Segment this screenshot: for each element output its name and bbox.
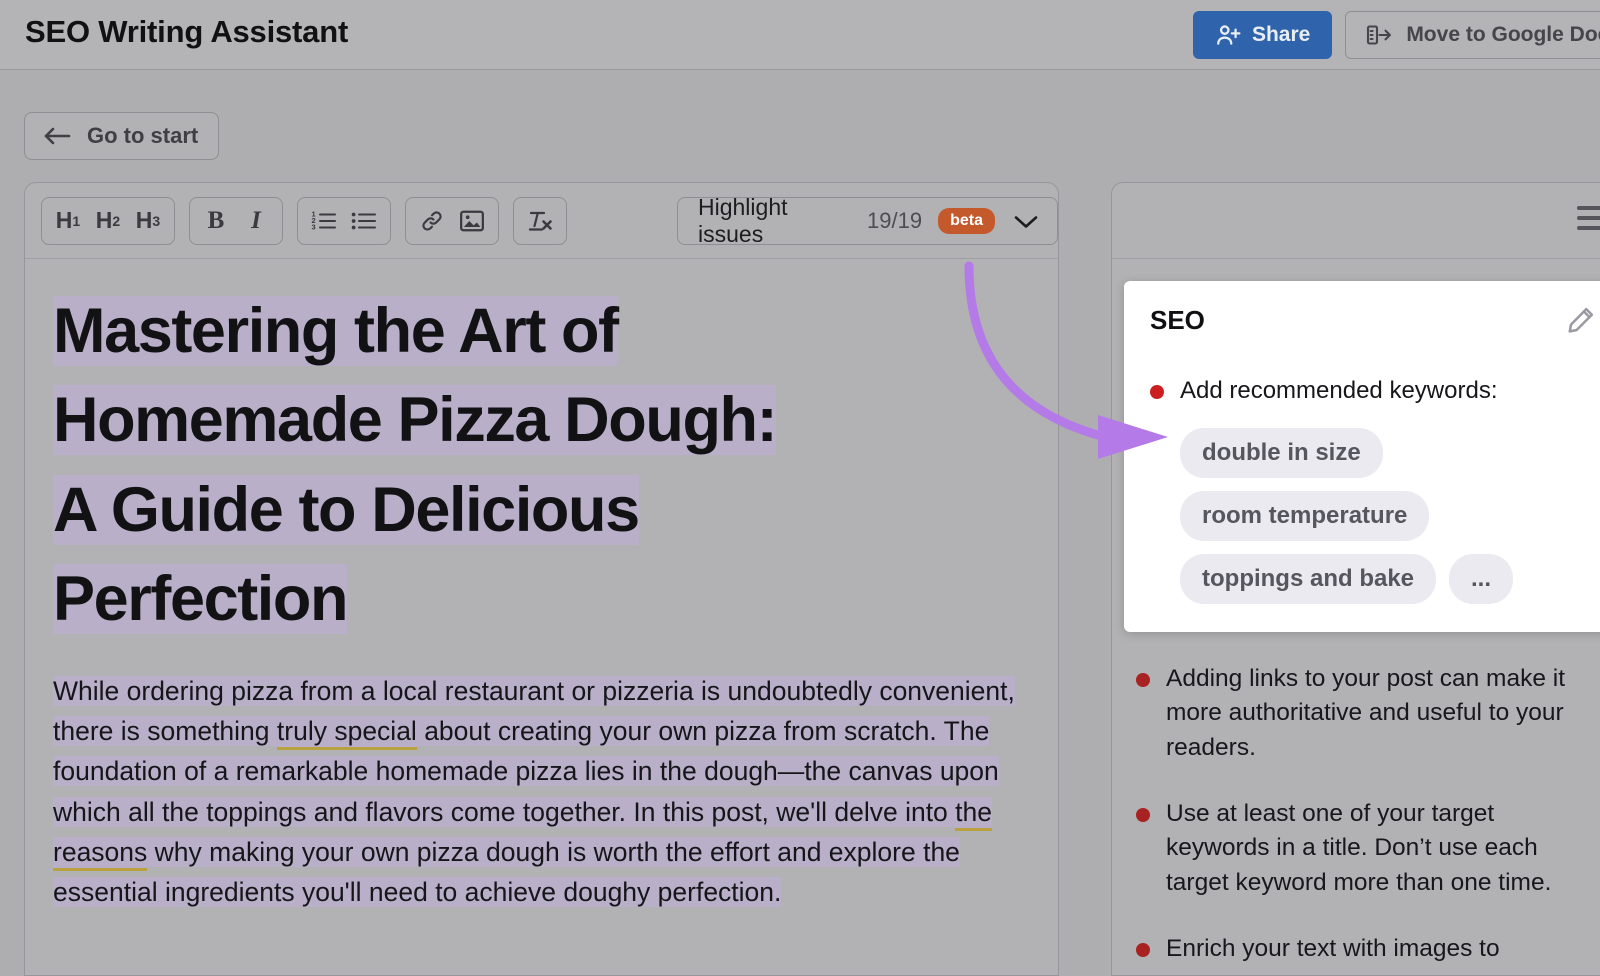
seo-card: SEO Add recommended keywords: double in … bbox=[1124, 281, 1600, 632]
clear-formatting-icon bbox=[526, 208, 554, 234]
hamburger-line bbox=[1577, 206, 1600, 210]
move-to-google-docs-button[interactable]: Move to Google Docs bbox=[1345, 11, 1600, 59]
image-button[interactable] bbox=[452, 201, 492, 241]
seo-card-tip-text: Add recommended keywords: bbox=[1180, 374, 1497, 407]
recommendation-item: Enrich your text with images to bbox=[1136, 932, 1600, 966]
share-button[interactable]: Share bbox=[1193, 11, 1332, 59]
keyword-chip-more[interactable]: ... bbox=[1449, 554, 1513, 604]
recommendation-text: Enrich your text with images to bbox=[1166, 932, 1500, 966]
clear-formatting-group bbox=[513, 197, 567, 245]
document-title: Mastering the Art of Homemade Pizza Doug… bbox=[53, 287, 1030, 645]
keyword-chip[interactable]: toppings and bake bbox=[1180, 554, 1436, 604]
heading-2-sub: 2 bbox=[112, 213, 120, 229]
heading-2-button[interactable]: H2 bbox=[88, 201, 128, 241]
italic-button[interactable]: I bbox=[236, 201, 276, 241]
recommendation-item: Use at least one of your target keywords… bbox=[1136, 797, 1600, 900]
move-to-google-docs-label: Move to Google Docs bbox=[1406, 23, 1600, 47]
page-title: SEO Writing Assistant bbox=[25, 14, 348, 50]
document-body[interactable]: Mastering the Art of Homemade Pizza Doug… bbox=[25, 259, 1058, 912]
bold-button[interactable]: B bbox=[196, 201, 236, 241]
heading-buttons-group: H1 H2 H3 bbox=[41, 197, 175, 245]
recommended-keywords-list: double in size room temperature toppings… bbox=[1180, 428, 1596, 604]
document-title-line: Homemade Pizza Dough: bbox=[53, 385, 776, 455]
go-to-start-button[interactable]: Go to start bbox=[24, 112, 219, 160]
heading-3-sub: 3 bbox=[152, 213, 160, 229]
document-title-line: Mastering the Art of bbox=[53, 296, 618, 366]
recommendations-tip-list: Adding links to your post can make it mo… bbox=[1112, 632, 1600, 966]
editor-panel: H1 H2 H3 B I 1 2 3 bbox=[24, 182, 1059, 976]
hamburger-line bbox=[1577, 226, 1600, 230]
text-style-group: B I bbox=[189, 197, 283, 245]
pencil-edit-icon[interactable] bbox=[1566, 305, 1596, 335]
bullet-dot-icon bbox=[1136, 673, 1150, 687]
beta-badge: beta bbox=[938, 208, 995, 234]
insert-group bbox=[405, 197, 499, 245]
move-to-docs-icon bbox=[1366, 23, 1392, 47]
document-paragraph: While ordering pizza from a local restau… bbox=[53, 671, 1030, 913]
recommendations-toolbar bbox=[1112, 183, 1600, 259]
document-title-line: Perfection bbox=[53, 564, 347, 634]
list-group: 1 2 3 bbox=[297, 197, 391, 245]
seo-card-title: SEO bbox=[1150, 305, 1205, 336]
document-title-line: A Guide to Delicious bbox=[53, 475, 639, 545]
share-button-label: Share bbox=[1252, 23, 1310, 47]
svg-text:3: 3 bbox=[312, 222, 316, 231]
bullet-list-icon bbox=[351, 209, 377, 233]
go-to-start-label: Go to start bbox=[87, 123, 198, 149]
highlight-issues-count: 19/19 bbox=[867, 208, 922, 234]
highlight-issues-dropdown[interactable]: Highlight issues 19/19 beta bbox=[677, 197, 1058, 245]
link-icon bbox=[419, 209, 445, 233]
recommendations-panel: SEO Add recommended keywords: double in … bbox=[1111, 182, 1600, 976]
image-icon bbox=[459, 209, 485, 233]
user-plus-icon bbox=[1215, 22, 1241, 48]
hamburger-line bbox=[1577, 216, 1600, 220]
chevron-down-icon[interactable] bbox=[1011, 211, 1041, 231]
link-button[interactable] bbox=[412, 201, 452, 241]
ordered-list-icon: 1 2 3 bbox=[311, 209, 337, 233]
app-root: SEO Writing Assistant Share bbox=[0, 0, 1600, 976]
heading-3-button[interactable]: H3 bbox=[128, 201, 168, 241]
recommendation-text: Adding links to your post can make it mo… bbox=[1166, 662, 1600, 765]
keyword-chip[interactable]: double in size bbox=[1180, 428, 1383, 478]
clear-formatting-button[interactable] bbox=[520, 201, 560, 241]
bullet-dot-icon bbox=[1136, 943, 1150, 957]
bullet-list-button[interactable] bbox=[344, 201, 384, 241]
arrow-left-icon bbox=[43, 125, 71, 147]
highlight-issues-label: Highlight issues bbox=[698, 194, 851, 248]
bullet-dot-icon bbox=[1150, 385, 1164, 399]
recommendation-text: Use at least one of your target keywords… bbox=[1166, 797, 1600, 900]
recommendations-body: SEO Add recommended keywords: double in … bbox=[1112, 259, 1600, 966]
ordered-list-button[interactable]: 1 2 3 bbox=[304, 201, 344, 241]
seo-card-header: SEO bbox=[1150, 305, 1596, 336]
editor-toolbar: H1 H2 H3 B I 1 2 3 bbox=[25, 183, 1058, 259]
paragraph-underlined-phrase[interactable]: truly special bbox=[277, 716, 417, 750]
heading-1-sub: 1 bbox=[72, 213, 80, 229]
paragraph-segment: why making your own pizza dough is worth… bbox=[53, 837, 960, 907]
bullet-dot-icon bbox=[1136, 808, 1150, 822]
heading-1-button[interactable]: H1 bbox=[48, 201, 88, 241]
hamburger-menu-icon[interactable] bbox=[1577, 206, 1600, 230]
header-actions: Share Move to Google Docs bbox=[1193, 11, 1600, 59]
keyword-chip[interactable]: room temperature bbox=[1180, 491, 1429, 541]
seo-card-tip: Add recommended keywords: bbox=[1150, 374, 1596, 407]
app-header: SEO Writing Assistant Share bbox=[0, 0, 1600, 70]
recommendation-item: Adding links to your post can make it mo… bbox=[1136, 662, 1600, 765]
